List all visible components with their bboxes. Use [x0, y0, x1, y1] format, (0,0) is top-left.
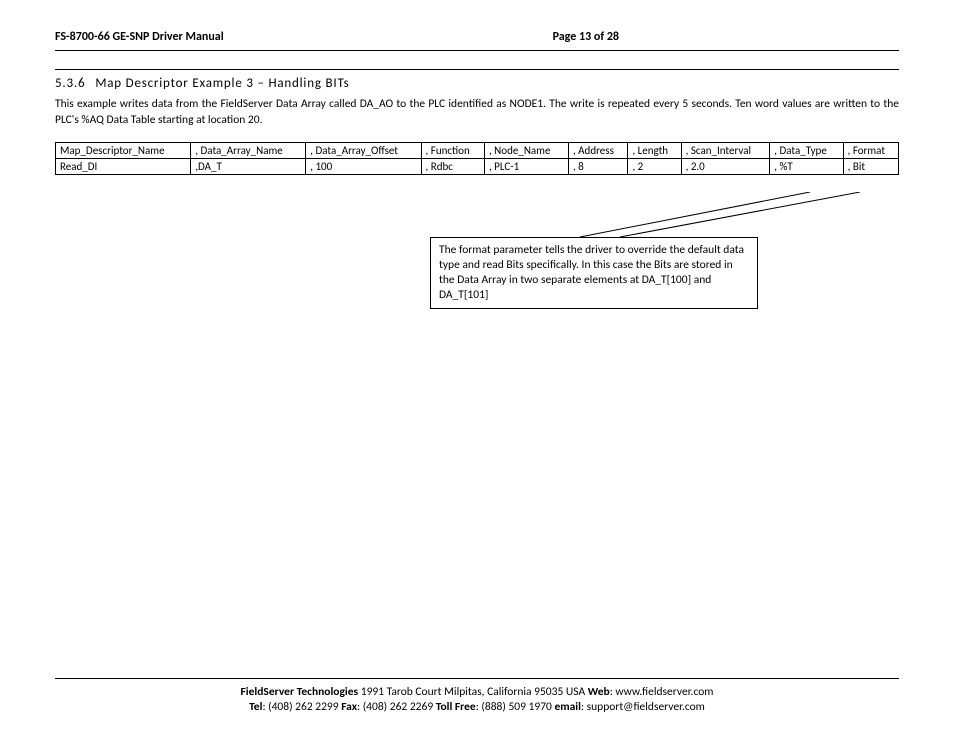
section-body: This example writes data from the FieldS…: [55, 97, 899, 128]
callout-connector: [430, 192, 900, 242]
header-divider: [55, 50, 899, 51]
th: , Function: [421, 143, 484, 159]
td: , 2.0: [681, 159, 770, 175]
table-header-row: Map_Descriptor_Name , Data_Array_Name , …: [56, 143, 899, 159]
section: 5.3.6 Map Descriptor Example 3 – Handling…: [55, 69, 899, 175]
footer-email-label: email: [554, 700, 580, 714]
callout-box: The format parameter tells the driver to…: [430, 237, 758, 309]
th: , Address: [568, 143, 628, 159]
parameter-table: Map_Descriptor_Name , Data_Array_Name , …: [55, 142, 899, 175]
th: Map_Descriptor_Name: [56, 143, 191, 159]
footer-email: : support@fieldserver.com: [581, 700, 705, 714]
page-header: FS-8700-66 GE-SNP Driver Manual Page 13 …: [55, 30, 899, 48]
td: , Bit: [843, 159, 898, 175]
th: , Format: [843, 143, 898, 159]
th: , Scan_Interval: [681, 143, 770, 159]
footer-toll-label: Toll Free: [436, 700, 476, 714]
th: , Data_Array_Name: [191, 143, 306, 159]
footer-line-2: Tel: (408) 262 2299 Fax: (408) 262 2269 …: [55, 700, 899, 716]
footer-fax-label: Fax: [341, 700, 357, 714]
td: ,DA_T: [191, 159, 306, 175]
footer-company: FieldServer Technologies: [241, 685, 359, 699]
td: Read_DI: [56, 159, 191, 175]
page-footer: FieldServer Technologies 1991 Tarob Cour…: [55, 678, 899, 716]
footer-line-1: FieldServer Technologies 1991 Tarob Cour…: [55, 685, 899, 701]
footer-tel-label: Tel: [249, 700, 262, 714]
section-number: 5.3.6: [55, 76, 85, 91]
td: , %T: [770, 159, 843, 175]
section-heading: Map Descriptor Example 3 – Handling BITs: [95, 76, 349, 91]
footer-web-label: Web: [588, 685, 610, 699]
footer-address: 1991 Tarob Court Milpitas, California 95…: [358, 685, 588, 699]
th: , Length: [628, 143, 681, 159]
page-number: Page 13 of 28: [553, 30, 619, 44]
td: , 2: [628, 159, 681, 175]
footer-web: : www.fieldserver.com: [610, 685, 714, 699]
section-title: 5.3.6 Map Descriptor Example 3 – Handling…: [55, 76, 899, 91]
th: , Data_Type: [770, 143, 843, 159]
td: , 100: [306, 159, 421, 175]
table-row: Read_DI ,DA_T , 100 , Rdbc , PLC-1 , 8 ,…: [56, 159, 899, 175]
footer-fax: : (408) 262 2269: [357, 700, 436, 714]
th: , Data_Array_Offset: [306, 143, 421, 159]
footer-toll: : (888) 509 1970: [476, 700, 555, 714]
td: , PLC-1: [484, 159, 568, 175]
footer-tel: : (408) 262 2299: [262, 700, 341, 714]
td: , 8: [568, 159, 628, 175]
th: , Node_Name: [484, 143, 568, 159]
manual-title: FS-8700-66 GE-SNP Driver Manual: [55, 30, 224, 44]
td: , Rdbc: [421, 159, 484, 175]
